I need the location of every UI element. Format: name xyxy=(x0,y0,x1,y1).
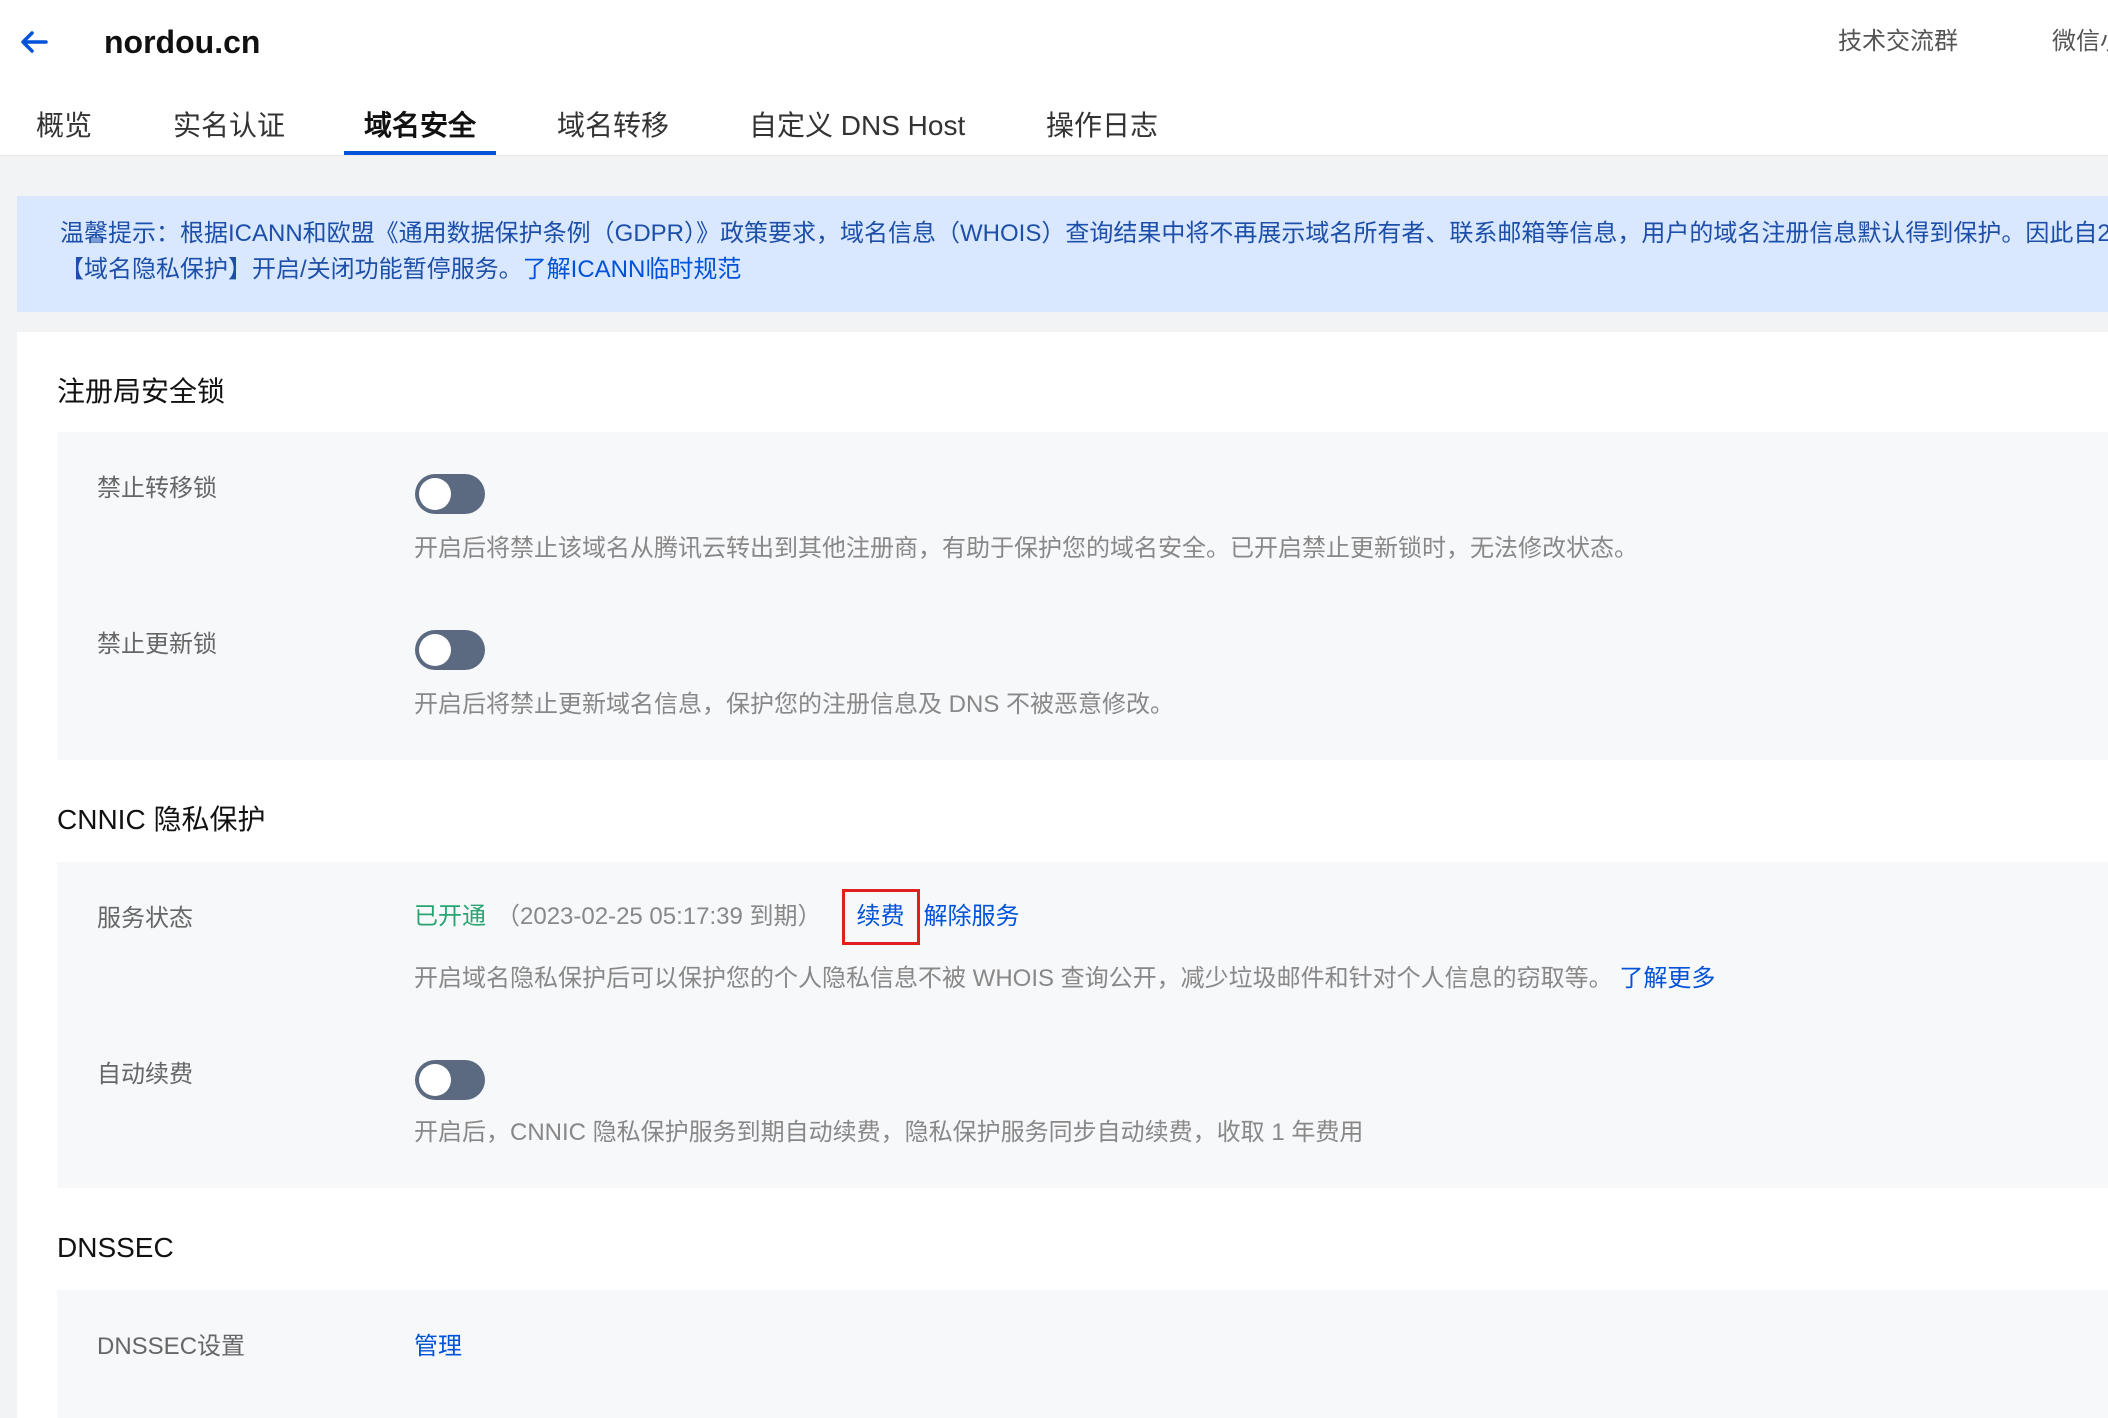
privacy-desc: 开启域名隐私保护后可以保护您的个人隐私信息不被 WHOIS 查询公开，减少垃圾邮… xyxy=(414,965,1613,992)
wechat-link[interactable]: 微信小 xyxy=(2052,24,2108,60)
auto-renew-toggle[interactable] xyxy=(415,1060,485,1100)
update-lock-desc: 开启后将禁止更新域名信息，保护您的注册信息及 DNS 不被恶意修改。 xyxy=(414,691,1175,718)
tab-operation-log[interactable]: 操作日志 xyxy=(1046,100,1158,155)
tab-domain-security[interactable]: 域名安全 xyxy=(364,100,476,155)
tech-group-link[interactable]: 技术交流群 xyxy=(1838,24,1958,60)
dnssec-panel: DNSSEC设置 管理 xyxy=(57,1290,2108,1418)
dnssec-settings-label: DNSSEC设置 xyxy=(97,1333,246,1360)
auto-renew-desc: 开启后，CNNIC 隐私保护服务到期自动续费，隐私保护服务同步自动续费，收取 1… xyxy=(414,1119,1364,1146)
security-card: 注册局安全锁 禁止转移锁 开启后将禁止该域名从腾讯云转出到其他注册商，有助于保护… xyxy=(17,332,2108,1418)
privacy-panel: 服务状态 已开通 （2023-02-25 05:17:39 到期） 续费 解除服… xyxy=(57,862,2108,1188)
toggle-knob xyxy=(419,634,451,666)
toggle-knob xyxy=(419,478,451,510)
notice-text: 【域名隐私保护】开启/关闭功能暂停服务。 xyxy=(60,256,523,283)
update-lock-toggle[interactable] xyxy=(415,630,485,670)
expiry-date: （2023-02-25 05:17:39 到期） xyxy=(496,903,822,930)
arrow-left-icon xyxy=(21,31,48,53)
dnssec-title: DNSSEC xyxy=(57,1232,174,1263)
registry-lock-title: 注册局安全锁 xyxy=(57,376,226,407)
tab-realname[interactable]: 实名认证 xyxy=(173,100,285,155)
service-status-line: 已开通 （2023-02-25 05:17:39 到期） 续费 解除服务 xyxy=(414,882,1020,952)
renew-button[interactable]: 续费 xyxy=(841,889,920,945)
back-button[interactable] xyxy=(14,22,54,62)
status-badge: 已开通 xyxy=(414,903,486,930)
dnssec-manage-link[interactable]: 管理 xyxy=(414,1330,462,1364)
auto-renew-label: 自动续费 xyxy=(97,1061,193,1088)
icann-rules-link[interactable]: 了解ICANN临时规范 xyxy=(523,256,742,283)
notice-banner: 温馨提示：根据ICANN和欧盟《通用数据保护条例（GDPR）》政策要求，域名信息… xyxy=(17,196,2108,312)
domain-title: nordou.cn xyxy=(104,24,261,60)
transfer-lock-toggle[interactable] xyxy=(415,474,485,514)
registry-lock-panel: 禁止转移锁 开启后将禁止该域名从腾讯云转出到其他注册商，有助于保护您的域名安全。… xyxy=(57,432,2108,760)
service-status-label: 服务状态 xyxy=(97,905,193,932)
notice-line-1: 温馨提示：根据ICANN和欧盟《通用数据保护条例（GDPR）》政策要求，域名信息… xyxy=(60,220,2108,247)
tab-custom-dns-host[interactable]: 自定义 DNS Host xyxy=(749,100,965,155)
notice-line-2: 【域名隐私保护】开启/关闭功能暂停服务。了解ICANN临时规范 xyxy=(60,252,2108,288)
top-bar: nordou.cn 技术交流群 微信小 概览 实名认证 域名安全 域名转移 自定… xyxy=(0,0,2108,156)
transfer-lock-desc: 开启后将禁止该域名从腾讯云转出到其他注册商，有助于保护您的域名安全。已开启禁止更… xyxy=(414,535,1638,562)
tab-domain-transfer[interactable]: 域名转移 xyxy=(557,100,669,155)
update-lock-label: 禁止更新锁 xyxy=(97,631,217,658)
learn-more-link[interactable]: 了解更多 xyxy=(1619,965,1715,992)
transfer-lock-label: 禁止转移锁 xyxy=(97,475,217,502)
tab-overview[interactable]: 概览 xyxy=(36,100,92,155)
toggle-knob xyxy=(419,1064,451,1096)
privacy-title: CNNIC 隐私保护 xyxy=(57,804,266,835)
privacy-desc-line: 开启域名隐私保护后可以保护您的个人隐私信息不被 WHOIS 查询公开，减少垃圾邮… xyxy=(414,962,1715,996)
active-tab-indicator xyxy=(344,151,496,155)
cancel-service-button[interactable]: 解除服务 xyxy=(924,900,1020,934)
